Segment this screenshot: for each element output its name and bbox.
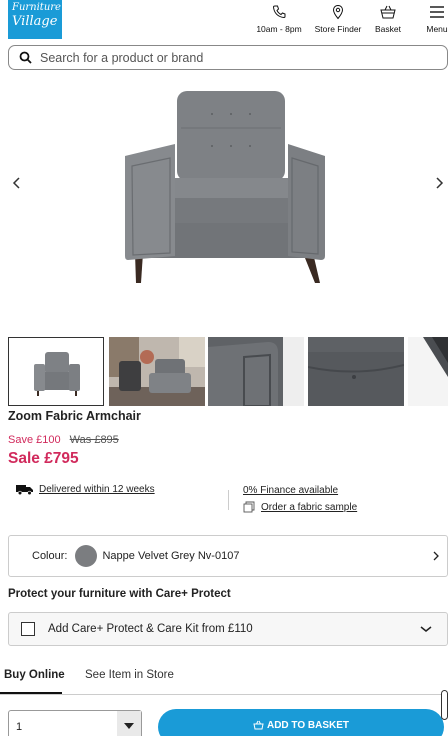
add-to-basket-button[interactable]: ADD TO BASKET	[158, 709, 444, 736]
basket-icon	[380, 5, 396, 19]
info-divider	[228, 490, 229, 510]
finance-link[interactable]: 0% Finance available	[243, 485, 338, 496]
fabric-sample-info[interactable]: Order a fabric sample	[243, 501, 357, 513]
basket-label: Basket	[375, 24, 401, 34]
care-protect-label: Add Care+ Protect & Care Kit from £110	[48, 623, 253, 635]
tab-buy-online[interactable]: Buy Online	[4, 669, 65, 681]
price-savings: Save £100 Was £895	[8, 434, 119, 446]
location-pin-icon	[332, 4, 344, 20]
store-finder-link[interactable]: Store Finder	[310, 4, 366, 34]
hours-label: 10am - 8pm	[256, 24, 302, 34]
logo-line2: Village	[12, 14, 58, 29]
thumbnail-1[interactable]	[8, 337, 104, 406]
colour-swatch	[75, 545, 98, 567]
thumbnail-4[interactable]	[308, 337, 404, 406]
store-finder-label: Store Finder	[314, 24, 362, 34]
truck-icon	[16, 485, 33, 495]
armchair-image	[125, 91, 325, 283]
thumbnail-room-image	[109, 337, 205, 406]
menu-button[interactable]: Menu	[420, 4, 448, 34]
protect-heading: Protect your furniture with Care+ Protec…	[8, 588, 231, 600]
delivery-link[interactable]: Delivered within 12 weeks	[39, 484, 155, 495]
thumbnail-armchair-image	[9, 338, 103, 405]
colour-selector[interactable]: Colour: Nappe Velvet Grey Nv-0107	[8, 535, 448, 577]
quantity-dropdown-toggle[interactable]	[117, 711, 141, 736]
search-bar[interactable]	[8, 45, 448, 70]
brand-logo[interactable]: Furniture Village	[8, 0, 62, 39]
tab-see-in-store[interactable]: See Item in Store	[85, 669, 174, 681]
care-protect-option[interactable]: Add Care+ Protect & Care Kit from £110	[8, 612, 448, 646]
colour-label: Colour:	[32, 550, 68, 562]
chevron-right-icon[interactable]	[430, 174, 448, 192]
thumbnail-3[interactable]	[208, 337, 304, 406]
save-amount: Save £100	[8, 434, 61, 446]
thumbnail-strip	[8, 337, 448, 406]
opening-hours-link[interactable]: 10am - 8pm	[252, 4, 306, 34]
basket-icon	[253, 720, 264, 730]
chevron-down-icon[interactable]	[419, 624, 433, 634]
menu-label: Menu	[426, 24, 448, 34]
quantity-select[interactable]: 1	[8, 710, 142, 736]
hamburger-icon	[430, 6, 444, 18]
sale-price: Sale £795	[8, 450, 79, 467]
triangle-down-icon	[124, 723, 134, 729]
basket-link[interactable]: Basket	[368, 4, 408, 34]
purchase-tabs: Buy Online See Item in Store	[0, 669, 448, 695]
product-title: Zoom Fabric Armchair	[8, 409, 141, 423]
was-price: Was £895	[69, 434, 119, 446]
delivery-info[interactable]: Delivered within 12 weeks	[16, 484, 155, 495]
product-image-carousel[interactable]	[0, 78, 448, 332]
thumbnail-leg-detail-image	[408, 337, 448, 406]
phone-icon	[272, 5, 286, 19]
logo-line1: Furniture	[12, 2, 61, 13]
header: Furniture Village 10am - 8pm Store Finde…	[0, 0, 448, 42]
chevron-left-icon[interactable]	[8, 174, 26, 192]
finance-info[interactable]: 0% Finance available	[243, 485, 338, 496]
search-input[interactable]	[40, 50, 420, 65]
care-protect-checkbox[interactable]	[21, 622, 35, 636]
thumbnail-5[interactable]	[408, 337, 448, 406]
quantity-value: 1	[16, 721, 23, 733]
fabric-sample-link[interactable]: Order a fabric sample	[261, 502, 357, 513]
colour-value: Nappe Velvet Grey Nv-0107	[102, 550, 240, 562]
tabs-divider	[0, 694, 448, 695]
fabric-sample-icon	[243, 501, 255, 513]
thumbnail-fabric-detail-image	[308, 337, 404, 406]
search-icon	[19, 51, 32, 64]
chevron-right-icon	[433, 551, 439, 561]
scroll-handle[interactable]	[441, 690, 448, 720]
thumbnail-2[interactable]	[109, 337, 205, 406]
thumbnail-arm-detail-image	[208, 337, 304, 406]
add-to-basket-label: ADD TO BASKET	[266, 720, 350, 731]
